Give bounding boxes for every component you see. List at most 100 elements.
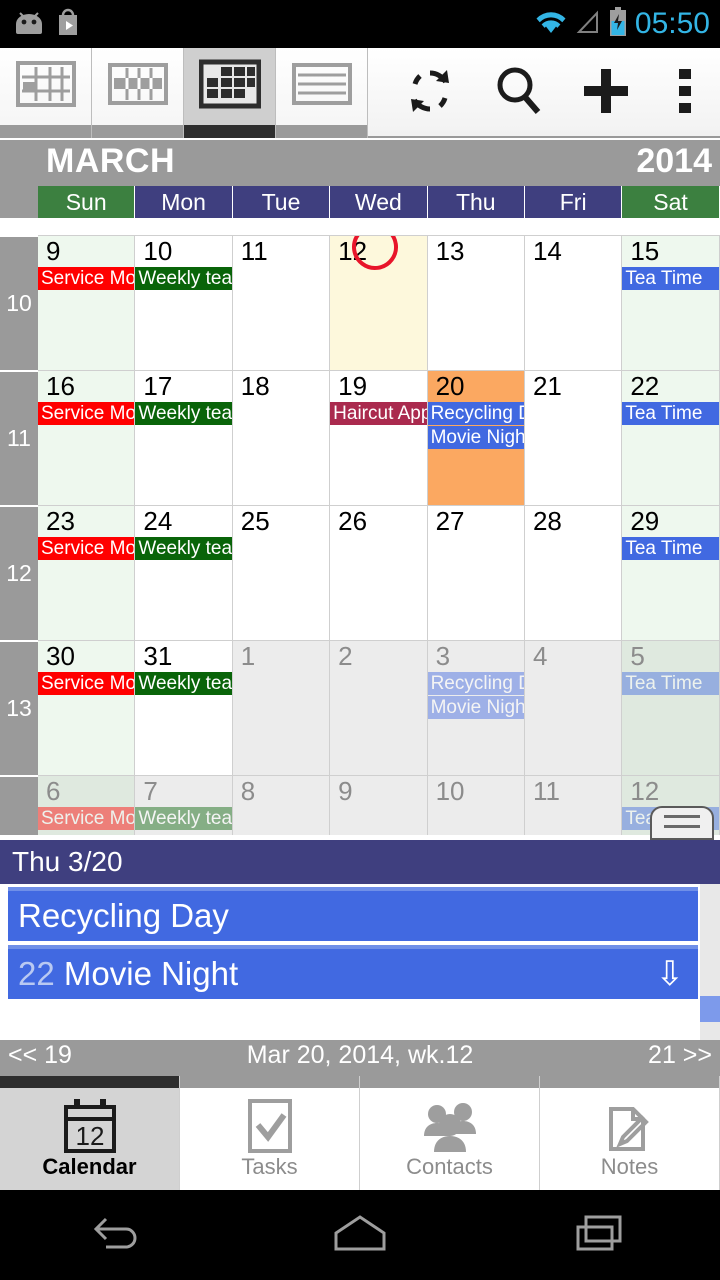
tab-notes[interactable]: Notes: [540, 1076, 720, 1190]
day-cell[interactable]: 17Weekly tean: [135, 370, 233, 505]
day-cell[interactable]: 31Weekly tean: [135, 640, 233, 775]
calendar-event[interactable]: Weekly tean: [135, 537, 232, 560]
detail-scrollbar[interactable]: [700, 884, 720, 1040]
month-title-bar[interactable]: MARCH 2014: [0, 140, 720, 186]
day-cell[interactable]: 14: [524, 235, 623, 370]
calendar-event[interactable]: Service Mon: [38, 537, 135, 560]
day-cell[interactable]: 20 Recycling D Movie Night: [427, 370, 525, 505]
day-cell[interactable]: 6Service Mon: [38, 775, 136, 835]
panel-resize-handle[interactable]: [650, 806, 714, 840]
calendar-event[interactable]: Tea Time: [622, 267, 719, 290]
day-number: 7: [143, 776, 158, 806]
day-cell[interactable]: 5 Tea Time: [622, 640, 720, 775]
day-cell[interactable]: 12: [330, 235, 428, 370]
detail-event-item[interactable]: 22 Movie Night ⇩: [8, 945, 698, 999]
day-cell[interactable]: 21: [524, 370, 623, 505]
day-cell[interactable]: 1: [232, 640, 331, 775]
day-number: 16: [46, 371, 75, 401]
month-view-indicator: [184, 125, 275, 138]
down-arrow-icon[interactable]: ⇩: [656, 949, 685, 999]
day-cell[interactable]: 7Weekly tean: [135, 775, 233, 835]
day-cell[interactable]: 18: [232, 370, 331, 505]
calendar-event[interactable]: Weekly tean: [135, 402, 232, 425]
calendar-event[interactable]: Service Mon: [38, 807, 135, 830]
week-view-button[interactable]: [92, 48, 184, 138]
sync-icon: [403, 64, 457, 123]
calendar-event[interactable]: Tea Time: [622, 402, 719, 425]
week-number[interactable]: 10: [0, 235, 38, 370]
calendar-event[interactable]: Recycling D: [427, 402, 524, 425]
detail-event-item[interactable]: Recycling Day: [8, 887, 698, 941]
week-row: 6Service Mon7Weekly tean89101112Tea Time: [0, 775, 720, 835]
calendar-event[interactable]: Weekly tean: [135, 672, 232, 695]
day-cell[interactable]: 29 Tea Time: [622, 505, 720, 640]
day-events: Tea Time: [622, 267, 719, 291]
day-cell[interactable]: 26: [330, 505, 428, 640]
week-number[interactable]: 11: [0, 370, 38, 505]
back-button[interactable]: [0, 1190, 240, 1280]
day-cell[interactable]: 10Weekly tean: [135, 235, 233, 370]
calendar-event[interactable]: Tea Time: [622, 672, 719, 695]
calendar-event[interactable]: Service Mon: [38, 267, 135, 290]
tab-calendar[interactable]: 12 Calendar: [0, 1076, 180, 1190]
day-number: 11: [240, 236, 268, 266]
day-events: Tea Time: [622, 402, 719, 426]
day-cell[interactable]: 9Service Mon: [38, 235, 136, 370]
day-cell[interactable]: 8: [232, 775, 331, 835]
day-events: Service Mon: [38, 672, 135, 696]
overflow-menu-button[interactable]: [650, 55, 720, 132]
calendar-event[interactable]: Movie Night: [427, 696, 524, 719]
home-button[interactable]: [240, 1190, 480, 1280]
day-cell[interactable]: 25: [232, 505, 331, 640]
tab-contacts[interactable]: Contacts: [360, 1076, 540, 1190]
day-cell[interactable]: 4: [524, 640, 623, 775]
day-events: Recycling D Movie Night: [427, 402, 524, 449]
day-cell[interactable]: 23Service Mon: [38, 505, 136, 640]
recents-button[interactable]: [480, 1190, 720, 1280]
day-cell[interactable]: 2: [330, 640, 428, 775]
calendar-event[interactable]: Movie Night: [427, 426, 524, 449]
search-icon: [492, 64, 544, 123]
day-cell[interactable]: 13: [427, 235, 525, 370]
agenda-view-indicator: [276, 125, 367, 138]
day-cell[interactable]: 9: [330, 775, 428, 835]
tab-tasks[interactable]: Tasks: [180, 1076, 360, 1190]
agenda-view-button[interactable]: [276, 48, 368, 138]
day-header-fri: Fri: [524, 186, 623, 218]
day-events: Weekly tean: [135, 537, 232, 561]
calendar-event[interactable]: Weekly tean: [135, 807, 232, 830]
month-view-button[interactable]: [184, 48, 276, 138]
day-header-sun: Sun: [38, 186, 136, 218]
day-cell[interactable]: 24Weekly tean: [135, 505, 233, 640]
day-cell[interactable]: 3 Recycling D Movie Night: [427, 640, 525, 775]
calendar-event[interactable]: Haircut App: [330, 402, 427, 425]
week-number[interactable]: [0, 775, 38, 835]
day-cell[interactable]: 16Service Mon: [38, 370, 136, 505]
month-grid[interactable]: 109Service Mon10Weekly tean1112131415Tea…: [0, 218, 720, 840]
day-cell[interactable]: 11: [524, 775, 623, 835]
day-number: 13: [435, 236, 465, 266]
calendar-event[interactable]: Tea Time: [622, 537, 719, 560]
day-cell[interactable]: 30Service Mon: [38, 640, 136, 775]
calendar-event[interactable]: Weekly tean: [135, 267, 232, 290]
calendar-event[interactable]: Service Mon: [38, 402, 135, 425]
detail-scrollbar-thumb[interactable]: [700, 996, 720, 1022]
week-number[interactable]: 12: [0, 505, 38, 640]
detail-event-list[interactable]: Recycling Day 22 Movie Night ⇩: [0, 884, 720, 1040]
sync-button[interactable]: [386, 55, 474, 132]
day-cell[interactable]: 15 Tea Time: [622, 235, 720, 370]
next-day-button[interactable]: 21 >>: [648, 1041, 712, 1070]
day-cell[interactable]: 28: [524, 505, 623, 640]
calendar-event[interactable]: Recycling D: [427, 672, 524, 695]
calendar-event[interactable]: Service Mon: [38, 672, 135, 695]
day-cell[interactable]: 10: [427, 775, 525, 835]
day-view-button[interactable]: [0, 48, 92, 138]
week-number[interactable]: 13: [0, 640, 38, 775]
day-cell[interactable]: 11: [232, 235, 331, 370]
search-button[interactable]: [474, 55, 562, 132]
day-cell[interactable]: 22 Tea Time: [622, 370, 720, 505]
day-cell[interactable]: 19 Haircut App: [330, 370, 428, 505]
day-cell[interactable]: 27: [427, 505, 525, 640]
add-event-button[interactable]: [562, 55, 650, 132]
tab-contacts-label: Contacts: [406, 1154, 493, 1179]
